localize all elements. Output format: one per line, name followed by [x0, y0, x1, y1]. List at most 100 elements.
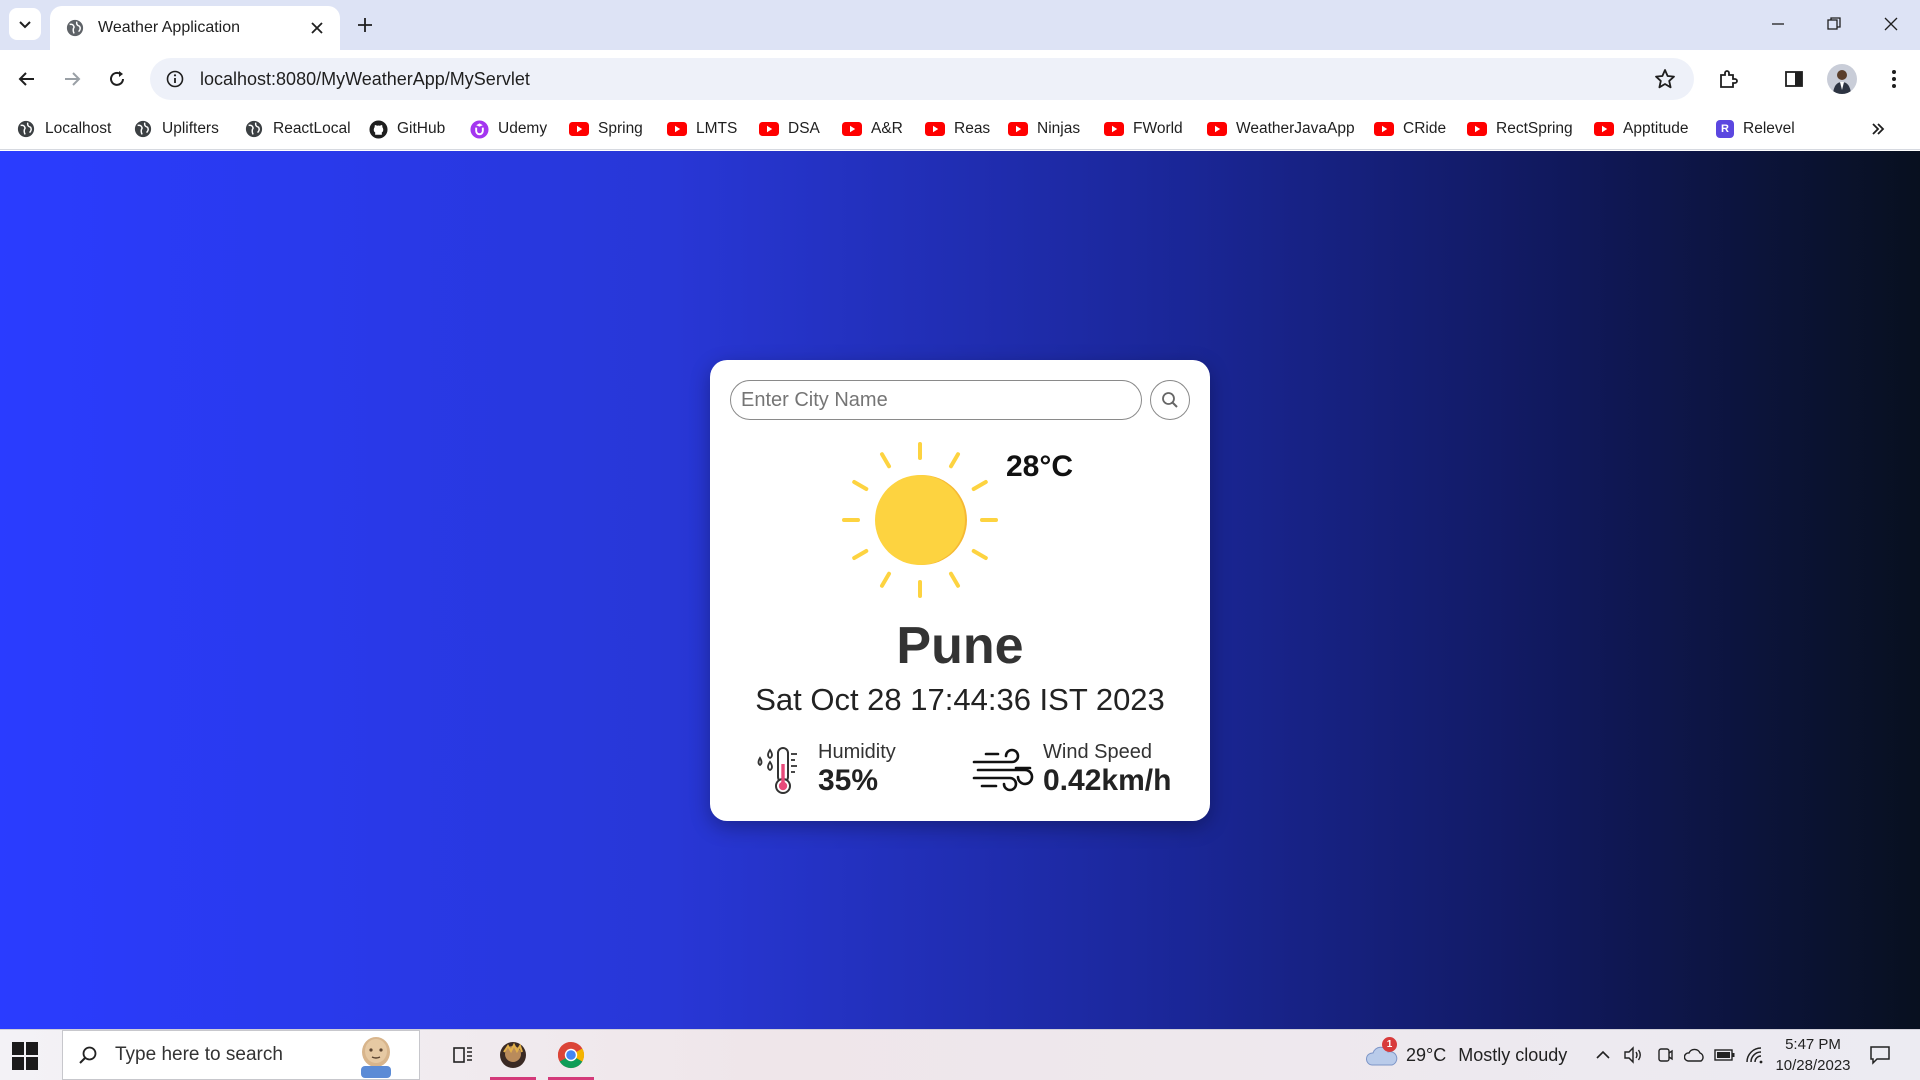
bookmark-github[interactable]: GitHub [368, 117, 445, 141]
github-icon [368, 119, 388, 139]
youtube-icon [569, 119, 589, 139]
close-window-icon[interactable] [1871, 8, 1911, 40]
clock-date: 10/28/2023 [1775, 1057, 1851, 1074]
clock-time: 5:47 PM [1785, 1036, 1841, 1053]
browser-tab-strip: Weather Application [0, 0, 1920, 50]
taskbar-app-chrome[interactable] [546, 1030, 596, 1080]
windows-start-icon[interactable] [12, 1042, 40, 1070]
bookmark-label: Ninjas [1037, 120, 1081, 137]
battery-icon[interactable] [1712, 1042, 1738, 1068]
system-clock[interactable]: 5:47 PM 10/28/2023 [1768, 1034, 1858, 1076]
wind-icon [972, 748, 1034, 792]
bookmark-label: DSA [788, 120, 820, 137]
close-tab-icon[interactable] [306, 17, 328, 39]
bookmark-label: WeatherJavaApp [1236, 120, 1355, 137]
humidity-thermometer-icon [757, 747, 797, 794]
relevel-icon: R [1716, 120, 1734, 138]
bookmark-dsa[interactable]: DSA [759, 117, 820, 141]
bookmark-rectspring[interactable]: RectSpring [1467, 117, 1573, 141]
site-info-icon[interactable] [164, 68, 186, 90]
bookmark-uplifters[interactable]: Uplifters [133, 117, 219, 141]
bookmark-reas[interactable]: Reas [925, 117, 990, 141]
wind-speed-value: 0.42km/h [1043, 764, 1172, 797]
meet-now-icon[interactable] [1652, 1042, 1678, 1068]
taskbar-app-game[interactable] [488, 1030, 538, 1080]
volume-icon[interactable] [1620, 1042, 1646, 1068]
wifi-icon[interactable] [1742, 1042, 1768, 1068]
wind-speed-label: Wind Speed [1043, 741, 1152, 763]
bookmark-label: Reas [954, 120, 991, 137]
address-bar[interactable]: localhost:8080/MyWeatherApp/MyServlet [150, 58, 1694, 100]
bookmark-lmts[interactable]: LMTS [667, 117, 737, 141]
weather-card: 28°C Pune Sat Oct 28 17:44:36 IST 2023 H… [710, 360, 1210, 821]
bookmark-ninjas[interactable]: Ninjas [1008, 117, 1080, 141]
date-time: Sat Oct 28 17:44:36 IST 2023 [755, 682, 1165, 717]
profile-avatar[interactable] [1827, 64, 1857, 94]
youtube-icon [1467, 119, 1487, 139]
city-search-input[interactable] [730, 380, 1142, 420]
side-panel-icon[interactable] [1779, 64, 1809, 94]
tab-search-button[interactable] [9, 8, 41, 40]
chevron-double-right-icon[interactable] [1866, 117, 1890, 141]
search-icon [1162, 392, 1178, 408]
bookmark-label: CRide [1403, 120, 1447, 137]
bookmark-relevel[interactable]: R Relevel [1716, 117, 1795, 141]
bookmark-label: Apptitude [1623, 120, 1689, 137]
taskbar-search-box[interactable]: Type here to search [62, 1030, 420, 1080]
bookmarks-bar: Localhost Uplifters ReactLocal GitHub Ud… [0, 108, 1920, 150]
search-highlight-illustration [361, 1037, 391, 1078]
bookmark-label: Relevel [1743, 120, 1795, 137]
bookmark-weatherjavaapp[interactable]: WeatherJavaApp [1207, 117, 1355, 141]
back-icon[interactable] [12, 64, 42, 94]
bookmark-a-and-r[interactable]: A&R [842, 117, 903, 141]
chevron-up-icon[interactable] [1590, 1042, 1616, 1068]
bookmark-fworld[interactable]: FWorld [1104, 117, 1183, 141]
taskbar-search-placeholder: Type here to search [115, 1044, 283, 1065]
youtube-icon [1207, 119, 1227, 139]
minimize-icon[interactable] [1758, 8, 1798, 40]
bookmark-cride[interactable]: CRide [1374, 117, 1446, 141]
bookmark-label: Uplifters [162, 120, 219, 137]
forward-icon[interactable] [57, 64, 87, 94]
bookmark-spring[interactable]: Spring [569, 117, 643, 141]
temperature-value: 28°C [1006, 450, 1074, 483]
youtube-icon [842, 119, 862, 139]
bookmark-apptitude[interactable]: Apptitude [1594, 117, 1689, 141]
reload-icon[interactable] [102, 64, 132, 94]
youtube-icon [1594, 119, 1614, 139]
new-tab-icon[interactable] [352, 12, 378, 38]
sun-icon [842, 442, 998, 598]
extensions-icon[interactable] [1713, 64, 1743, 94]
bookmark-label: FWorld [1133, 120, 1183, 137]
bookmark-label: Udemy [498, 120, 548, 137]
bookmark-label: Spring [598, 120, 643, 137]
bookmark-label: GitHub [397, 120, 446, 137]
restore-icon[interactable] [1814, 8, 1854, 40]
youtube-icon [925, 119, 945, 139]
bookmark-label: A&R [871, 120, 903, 137]
bookmark-label: RectSpring [1496, 120, 1573, 137]
tab-title: Weather Application [98, 19, 241, 36]
menu-icon[interactable] [1879, 64, 1909, 94]
search-row [730, 380, 1190, 420]
bookmark-localhost[interactable]: Localhost [16, 117, 111, 141]
taskbar-weather-widget[interactable]: 1 29°C Mostly cloudy [1366, 1030, 1567, 1080]
bookmark-udemy[interactable]: Udemy [469, 117, 547, 141]
udemy-icon [469, 119, 489, 139]
onedrive-icon[interactable] [1682, 1042, 1708, 1068]
bookmark-reactlocal[interactable]: ReactLocal [244, 117, 351, 141]
globe-icon [16, 119, 36, 139]
search-button[interactable] [1150, 380, 1190, 420]
youtube-icon [1374, 119, 1394, 139]
notification-icon[interactable] [1866, 1041, 1894, 1069]
url-text: localhost:8080/MyWeatherApp/MyServlet [200, 68, 530, 89]
youtube-icon [667, 119, 687, 139]
active-tab[interactable]: Weather Application [50, 6, 340, 50]
task-view-icon[interactable] [438, 1030, 488, 1080]
youtube-icon [1008, 119, 1028, 139]
youtube-icon [1104, 119, 1124, 139]
chrome-icon [557, 1041, 585, 1069]
bookmark-star-icon[interactable] [1650, 64, 1680, 94]
app-avatar-icon [500, 1042, 526, 1068]
search-icon [77, 1044, 99, 1066]
